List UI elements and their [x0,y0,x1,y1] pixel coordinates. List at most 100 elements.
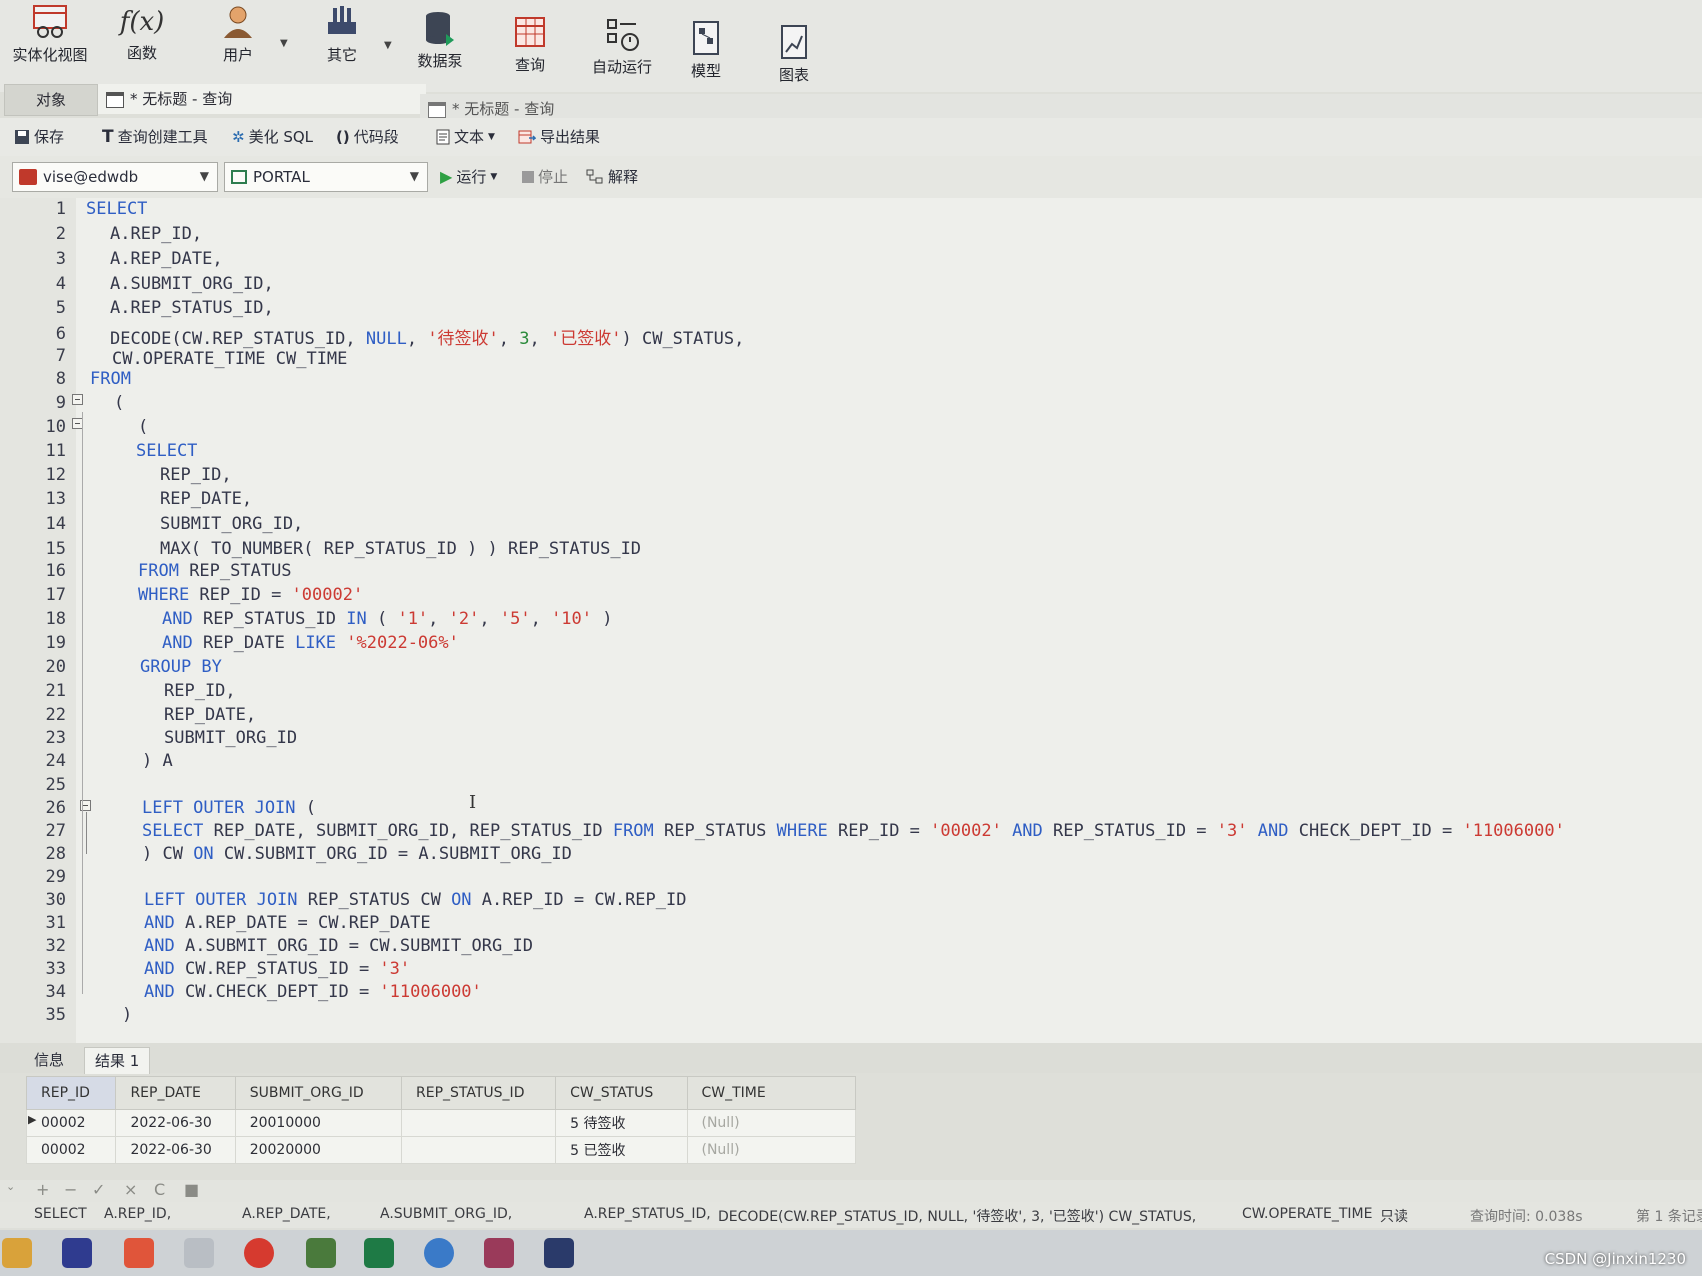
table-cell[interactable]: (Null) [686,1109,856,1137]
sql-text: REP_ID = [827,821,931,841]
stop-button[interactable]: 停止 [522,166,568,187]
discard-changes-icon[interactable]: × [124,1180,137,1199]
sql-keyword: LEFT OUTER JOIN [144,890,298,910]
table-row[interactable]: 00002 2022-06-30 20020000 5 已签收 (Null) [25,1136,856,1164]
ribbon-label: 查询 [514,56,545,74]
database-app-icon[interactable] [484,1238,514,1268]
function-button[interactable]: f(x) 函数 [96,2,188,88]
query-button[interactable]: 查询 [484,12,576,98]
tab-objects[interactable]: 对象 [4,84,98,116]
table-cell[interactable]: 00002 [25,1136,117,1164]
sql-string: '11006000' [1462,821,1565,841]
export-icon [518,130,536,143]
chart-icon [781,25,807,59]
chart-app-icon[interactable] [306,1238,336,1268]
remote-desktop-app-icon[interactable] [544,1238,574,1268]
tools-dropdown-icon[interactable]: ▼ [384,40,392,51]
table-cell[interactable] [401,1109,557,1137]
delete-record-icon[interactable]: − [64,1180,77,1199]
model-button[interactable]: 模型 [660,18,752,104]
connection-select[interactable]: vise@edwdb ▼ [12,162,218,192]
code-snippet-button[interactable]: () 代码段 [336,126,399,147]
column-header[interactable]: CW_STATUS [555,1076,688,1110]
ribbon: 实体化视图 f(x) 函数 用户 ▼ 其它 ▼ 数据泵 查询 自动运行 模型 图… [0,0,1702,92]
export-results-label: 导出结果 [540,128,601,146]
code-line: MAX( TO_NUMBER( REP_STATUS_ID ) ) REP_ST… [160,539,641,559]
sql-keyword: WHERE [776,821,828,841]
user-dropdown-icon[interactable]: ▼ [280,38,288,49]
status-sql: A.REP_ID, [104,1206,172,1222]
notes-app-icon[interactable] [124,1238,154,1268]
code-line: A.SUBMIT_ORG_ID, [110,274,274,294]
tools-button[interactable]: 其它 [296,2,388,88]
sql-keyword: AND [1257,821,1289,841]
materialized-view-button[interactable]: 实体化视图 [4,2,96,88]
column-header[interactable]: CW_TIME [686,1076,856,1110]
tab-result-1[interactable]: 结果 1 [84,1047,151,1074]
column-header[interactable]: REP_DATE [115,1076,236,1110]
sql-text: ( [295,798,317,818]
export-results-button[interactable]: 导出结果 [518,126,600,147]
query-builder-button[interactable]: T 查询创建工具 [102,126,208,147]
fold-toggle-icon[interactable] [72,394,83,405]
sql-keyword: SELECT [142,821,204,841]
table-row[interactable]: 00002 2022-06-30 20010000 5 待签收 (Null) [25,1109,856,1137]
sql-keyword: AND [162,633,193,653]
column-header[interactable]: REP_STATUS_ID [401,1076,557,1110]
text-editor-app-icon[interactable] [184,1238,214,1268]
table-cell[interactable]: 2022-06-30 [115,1109,236,1137]
table-cell[interactable]: 5 待签收 [555,1109,688,1137]
tab-query-active[interactable]: * 无标题 - 查询 [98,84,426,114]
tab-info[interactable]: 信息 [24,1047,74,1073]
add-record-icon[interactable]: + [36,1180,49,1199]
chevron-down-icon[interactable]: ⌄ [6,1180,15,1193]
explain-button[interactable]: 解释 [586,166,638,187]
column-header[interactable]: SUBMIT_ORG_ID [234,1076,403,1110]
sql-text: A.REP_ID = CW.REP_ID [471,890,687,910]
sql-text: CW.SUBMIT_ORG_ID = A.SUBMIT_ORG_ID [213,844,572,864]
schema-select[interactable]: PORTAL ▼ [224,162,428,192]
table-cell[interactable]: 20010000 [234,1109,403,1137]
user-button[interactable]: 用户 [192,2,284,88]
excel-app-icon[interactable] [364,1238,394,1268]
schema-value: PORTAL [253,168,310,186]
status-sql: CW.OPERATE_TIME [1242,1206,1373,1222]
ribbon-label: 模型 [690,62,721,80]
chrome-app-icon[interactable] [424,1238,454,1268]
sql-number: 3 [519,329,530,349]
beautify-sql-button[interactable]: ✲ 美化 SQL [232,126,313,147]
line-number: 18 [45,609,66,629]
table-cell[interactable] [401,1136,557,1164]
editor-toolbar: 保存 T 查询创建工具 ✲ 美化 SQL () 代码段 文本 ▼ 导出结果 [0,118,1702,156]
sql-text: ) CW [142,844,194,864]
line-number: 13 [45,489,66,509]
auto-run-button[interactable]: 自动运行 [572,14,672,100]
table-cell[interactable]: 00002 [25,1109,117,1137]
stop-icon[interactable]: ■ [184,1180,199,1199]
table-cell[interactable]: 20020000 [234,1136,403,1164]
browser-app-icon[interactable] [244,1238,274,1268]
sql-text: A.REP_DATE, [110,249,223,269]
table-cell[interactable]: 5 已签收 [555,1136,688,1164]
table-cell[interactable]: 2022-06-30 [115,1136,236,1164]
sql-keyword: AND [144,936,175,956]
column-header[interactable]: REP_ID [25,1076,117,1110]
status-sql: DECODE(CW.REP_STATUS_ID, NULL, '待签收', 3,… [718,1209,1197,1225]
save-button[interactable]: 保存 [14,126,64,147]
status-bar: SELECT A.REP_ID, A.REP_DATE, A.SUBMIT_OR… [0,1202,1702,1228]
folder-app-icon[interactable] [2,1238,32,1268]
code-line: A.REP_DATE, [110,249,223,269]
code-line: REP_DATE, [164,705,256,725]
ide-app-icon[interactable] [62,1238,92,1268]
code-line: AND REP_STATUS_ID IN ( '1', '2', '5', '1… [162,609,613,629]
sql-text: A.REP_STATUS_ID, [110,298,274,318]
data-pump-button[interactable]: 数据泵 [394,8,486,94]
apply-changes-icon[interactable]: ✓ [92,1180,105,1199]
refresh-icon[interactable]: C [154,1180,165,1199]
text-mode-button[interactable]: 文本 ▼ [436,126,495,147]
table-cell[interactable]: (Null) [686,1136,856,1164]
run-button[interactable]: ▶ 运行 ▼ [440,166,497,187]
status-sql: A.SUBMIT_ORG_ID, [380,1206,513,1222]
auto-run-icon [607,19,639,51]
sql-text: REP_STATUS [653,821,777,841]
